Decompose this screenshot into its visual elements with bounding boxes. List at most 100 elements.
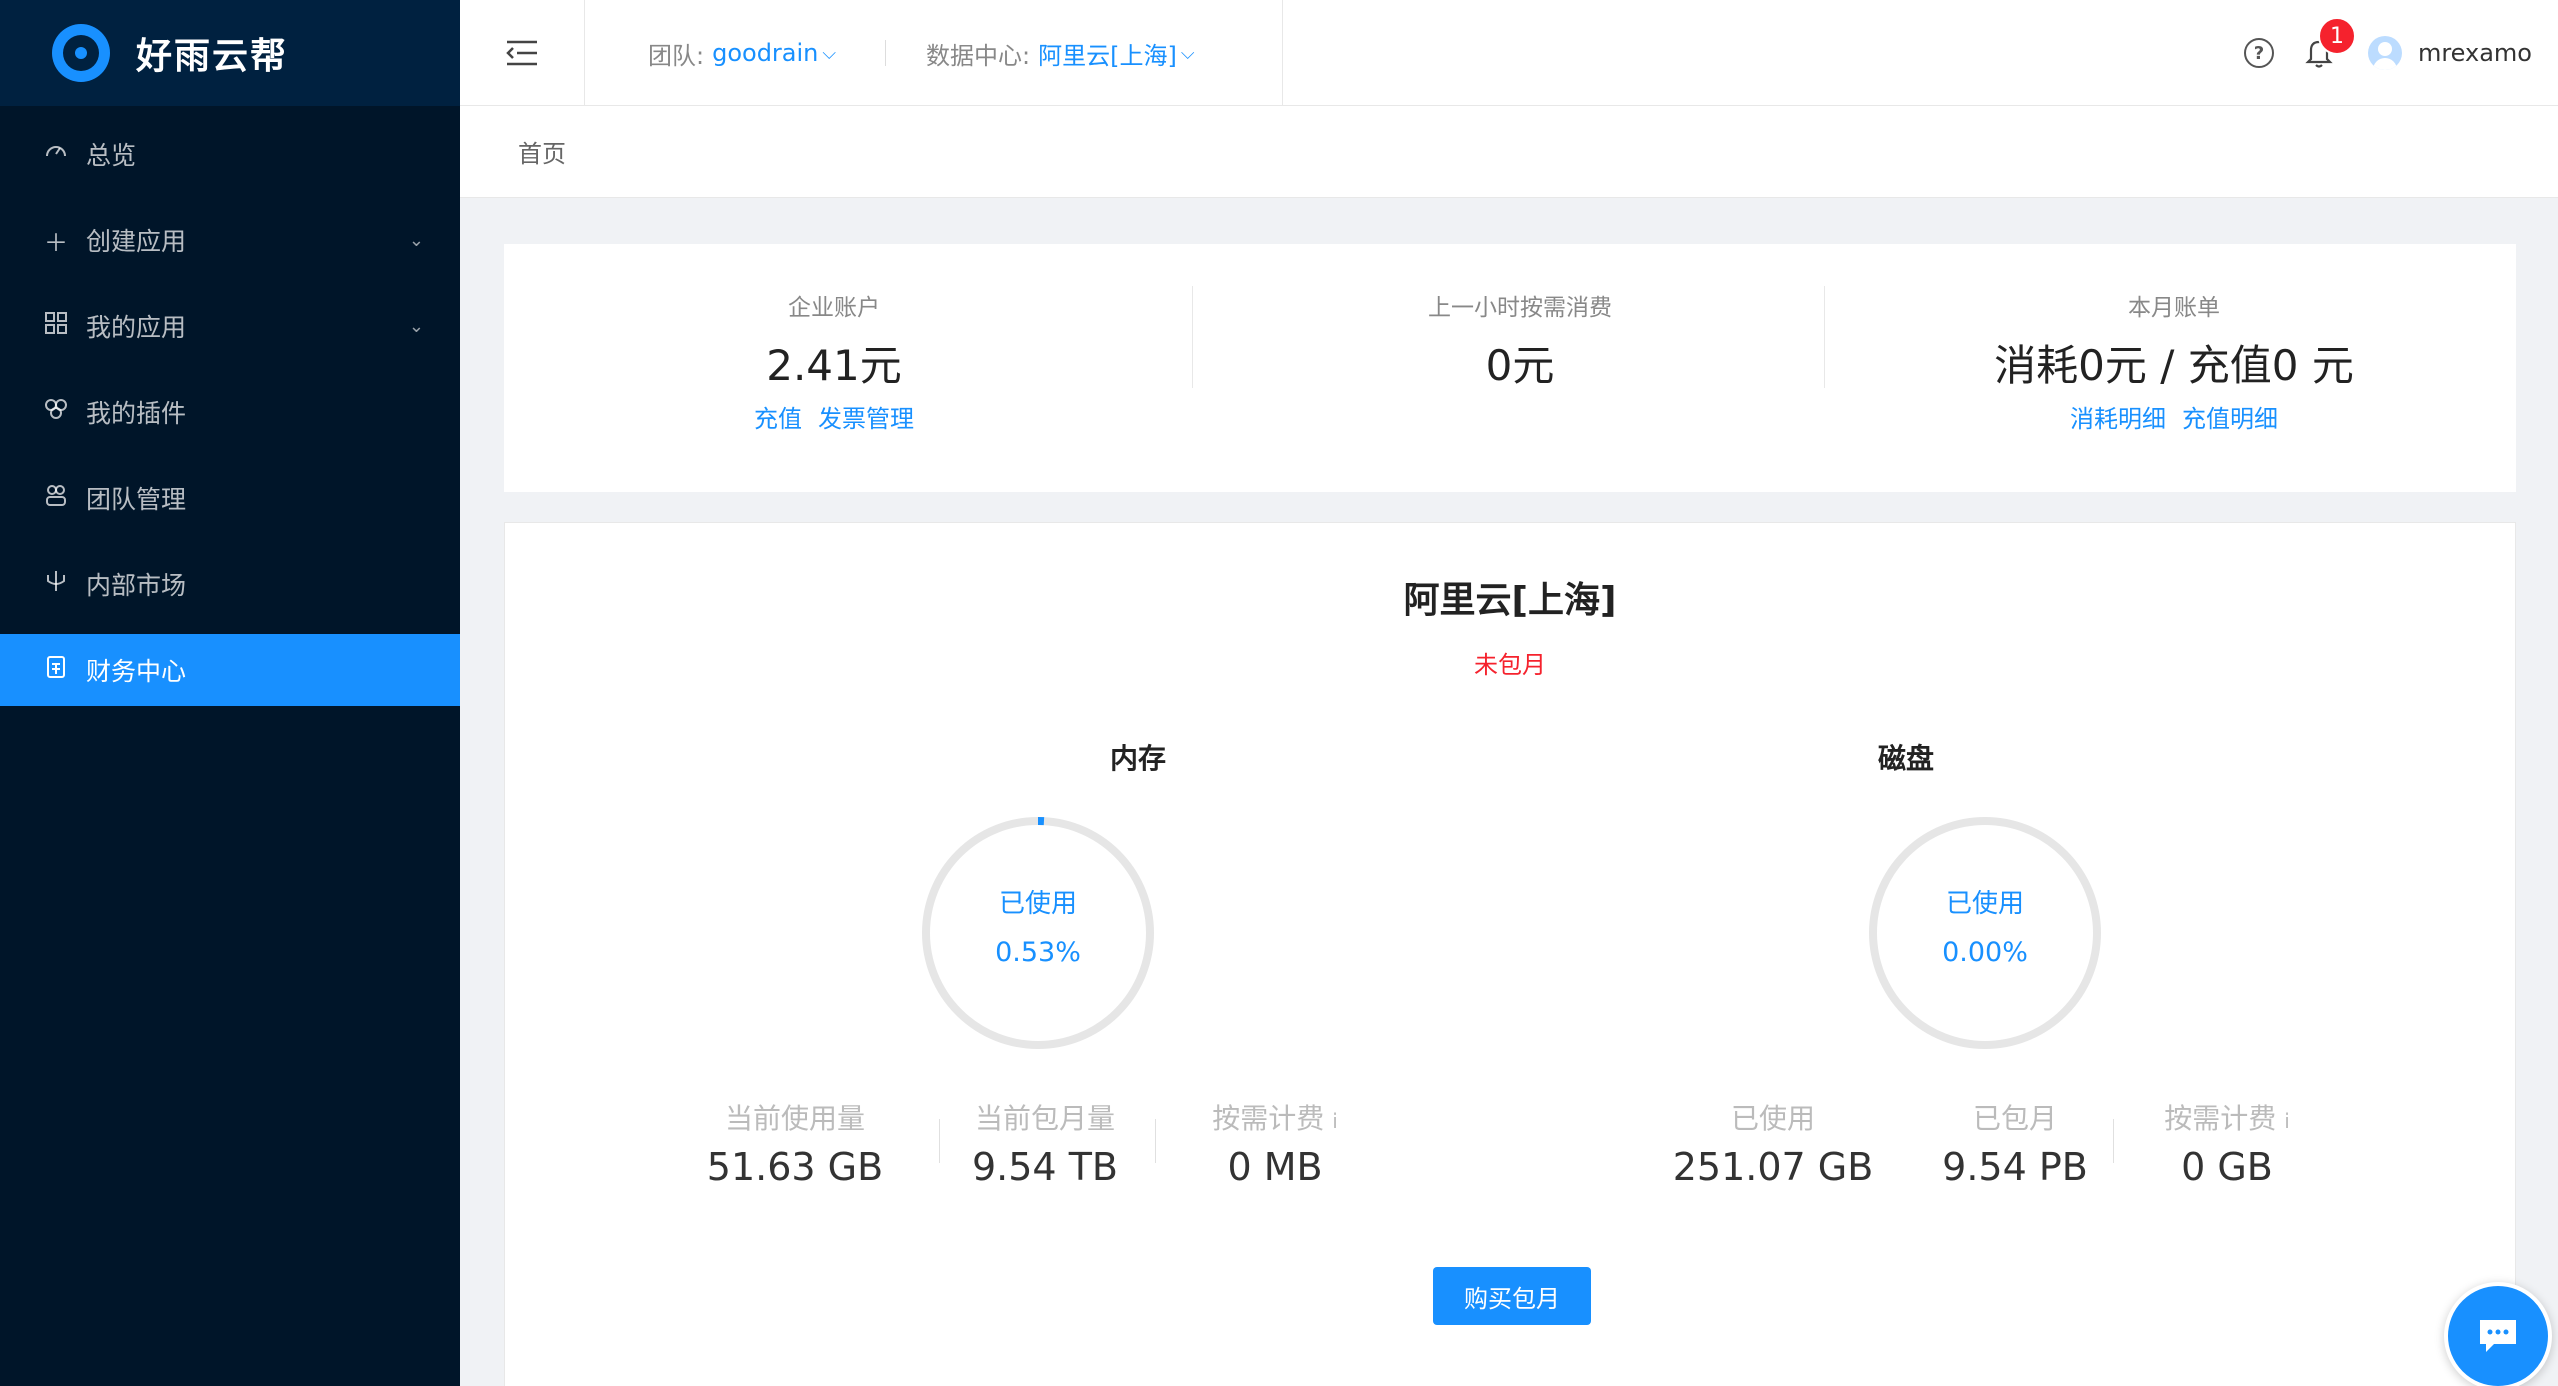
- help-icon[interactable]: ?: [2243, 38, 2274, 68]
- menu-fold-icon: [506, 40, 537, 66]
- stat-value: 251.07 GB: [1672, 1145, 1874, 1189]
- logo[interactable]: 好雨云帮: [0, 0, 460, 106]
- sidebar-item-finance[interactable]: 财务中心: [0, 634, 460, 706]
- monthly-bill-value: 消耗0元 / 充值0 元: [1994, 341, 2354, 390]
- sidebar-item-create-app[interactable]: ＋ 创建应用 ⌄: [0, 204, 460, 276]
- memory-stat-ondemand: 按需计费 i 0 MB: [1165, 1097, 1385, 1189]
- region-title: 阿里云[上海]: [1403, 580, 1617, 621]
- region-status: 未包月: [1474, 651, 1546, 679]
- stat-label: 当前使用量: [724, 1102, 865, 1135]
- stat-label: 按需计费: [2164, 1102, 2277, 1135]
- memory-stat-current: 当前使用量 51.63 GB: [705, 1097, 885, 1189]
- sidebar-item-overview[interactable]: 总览: [0, 118, 460, 190]
- market-icon: [42, 569, 70, 599]
- last-hour-title: 上一小时按需消费: [1428, 295, 1612, 321]
- disk-stat-monthly: 已包月 9.54 PB: [1895, 1097, 2135, 1189]
- last-hour-consumption: 上一小时按需消费 0元: [1220, 244, 1820, 492]
- disk-title: 磁盘: [1877, 742, 1934, 775]
- team-icon: [42, 484, 70, 512]
- datacenter-selector[interactable]: 数据中心: 阿里云[上海] ⌵: [926, 0, 1194, 106]
- info-icon[interactable]: i: [2284, 1109, 2290, 1133]
- username[interactable]: mrexamo: [2418, 39, 2532, 67]
- memory-usage-gauge: [922, 817, 1154, 1049]
- last-hour-value: 0元: [1485, 341, 1555, 390]
- sidebar: 好雨云帮 总览 ＋ 创建应用 ⌄ 我的应用 ⌄ 我的插件 团队管理 内部市场 财…: [0, 0, 460, 1386]
- chat-icon: [2480, 1320, 2516, 1352]
- notification-badge: 1: [2317, 17, 2356, 55]
- chevron-down-icon: ⌄: [408, 229, 424, 251]
- memory-stat-monthly: 当前包月量 9.54 TB: [935, 1097, 1155, 1189]
- enterprise-account-links: 充值 发票管理: [634, 399, 1034, 434]
- sidebar-menu: 总览 ＋ 创建应用 ⌄ 我的应用 ⌄ 我的插件 团队管理 内部市场 财务中心: [0, 118, 460, 706]
- chevron-down-icon: ⌄: [408, 315, 424, 337]
- sidebar-item-label: 我的插件: [86, 399, 187, 428]
- appstore-icon: [42, 312, 70, 340]
- plugin-icon: [42, 398, 70, 426]
- memory-gauge-track: [922, 817, 1154, 1049]
- breadcrumb-home[interactable]: 首页: [518, 134, 566, 169]
- header-separator: [885, 40, 886, 66]
- team-value: goodrain: [712, 39, 819, 67]
- logo-text: 好雨云帮: [136, 36, 289, 77]
- disk-stat-used: 已使用 251.07 GB: [1653, 1097, 1893, 1189]
- sidebar-item-label: 内部市场: [86, 571, 187, 600]
- stat-label: 当前包月量: [974, 1102, 1115, 1135]
- sidebar-item-label: 创建应用: [86, 227, 187, 256]
- chevron-down-icon: ⌵: [1180, 42, 1195, 64]
- datacenter-label: 数据中心:: [926, 41, 1031, 70]
- disk-gauge-track: [1869, 817, 2101, 1049]
- sidebar-item-my-apps[interactable]: 我的应用 ⌄: [0, 290, 460, 362]
- stat-value: 9.54 TB: [972, 1145, 1118, 1189]
- disk-used-label: 已使用: [1945, 889, 2024, 919]
- info-icon[interactable]: i: [1332, 1109, 1338, 1133]
- team-selector[interactable]: 团队: goodrain ⌵: [648, 0, 836, 106]
- buy-monthly-button[interactable]: 购买包月: [1433, 1267, 1591, 1325]
- sidebar-item-label: 财务中心: [86, 657, 187, 686]
- disk-used-percent: 0.00%: [1942, 937, 2028, 968]
- stat-value: 0 MB: [1227, 1145, 1323, 1189]
- sidebar-item-label: 团队管理: [86, 485, 187, 514]
- chat-button[interactable]: [2444, 1282, 2552, 1386]
- stat-label-row: 按需计费 i: [1165, 1097, 1385, 1137]
- stat-value: 0 GB: [2181, 1145, 2273, 1189]
- summary-divider: [1824, 286, 1825, 388]
- sidebar-item-my-plugins[interactable]: 我的插件: [0, 376, 460, 448]
- account-summary-card: 企业账户 2.41元 充值 发票管理 上一小时按需消费 0元 本月账单 消耗0元 …: [504, 244, 2516, 492]
- chevron-down-icon: ⌵: [822, 42, 837, 64]
- top-header: 团队: goodrain ⌵ 数据中心: 阿里云[上海] ⌵ ? 1 mrexa…: [460, 0, 2558, 106]
- datacenter-value: 阿里云[上海]: [1038, 41, 1177, 70]
- stat-label-row: 按需计费 i: [2117, 1097, 2337, 1137]
- consumption-detail-link[interactable]: 消耗明细: [2070, 405, 2166, 433]
- sidebar-item-market[interactable]: 内部市场: [0, 548, 460, 620]
- stat-value: 51.63 GB: [706, 1145, 884, 1189]
- avatar[interactable]: [2367, 36, 2402, 70]
- plus-icon: ＋: [44, 228, 68, 257]
- invoice-link[interactable]: 发票管理: [818, 405, 914, 433]
- menu-fold-button[interactable]: [460, 0, 585, 106]
- sidebar-item-label: 总览: [86, 141, 137, 170]
- header-divider: [1282, 0, 1283, 106]
- stat-divider: [2113, 1119, 2114, 1163]
- memory-used-percent: 0.53%: [995, 937, 1081, 968]
- notification-bell[interactable]: 1: [2304, 17, 2356, 69]
- disk-usage-gauge: [1869, 817, 2101, 1049]
- dashboard-icon: [42, 139, 70, 169]
- recharge-link[interactable]: 充值: [754, 405, 802, 433]
- recharge-detail-link[interactable]: 充值明细: [2182, 405, 2278, 433]
- monthly-bill-title: 本月账单: [2128, 295, 2220, 321]
- monthly-bill: 本月账单 消耗0元 / 充值0 元 消耗明细 充值明细: [1844, 244, 2504, 492]
- monthly-bill-links: 消耗明细 充值明细: [1844, 399, 2504, 434]
- enterprise-account: 企业账户 2.41元 充值 发票管理: [634, 244, 1034, 492]
- summary-divider: [1192, 286, 1193, 388]
- stat-label: 按需计费: [1212, 1102, 1325, 1135]
- disk-stat-ondemand: 按需计费 i 0 GB: [2117, 1097, 2337, 1189]
- sidebar-item-label: 我的应用: [86, 313, 187, 342]
- stat-value: 9.54 PB: [1942, 1145, 2088, 1189]
- header-right: ? 1 mrexamo: [2243, 0, 2532, 106]
- sidebar-item-team[interactable]: 团队管理: [0, 462, 460, 534]
- memory-used-label: 已使用: [998, 889, 1077, 919]
- enterprise-account-title: 企业账户: [788, 295, 880, 321]
- finance-icon: [42, 655, 70, 685]
- memory-title: 内存: [1109, 742, 1166, 775]
- logo-icon: [52, 24, 110, 82]
